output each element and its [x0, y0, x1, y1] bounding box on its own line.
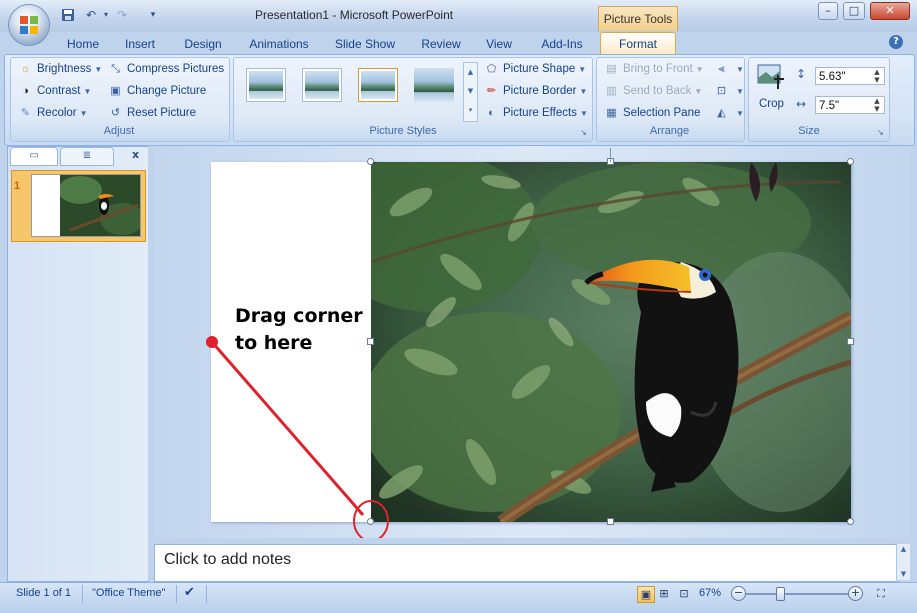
callout-line-2: to here [235, 332, 313, 354]
drag-arrow-line [210, 341, 365, 516]
office-button[interactable] [9, 5, 49, 45]
corner-highlight-circle [353, 500, 389, 542]
callout-text: Drag corner to here [235, 303, 375, 357]
zoom-level[interactable]: 67% [699, 587, 721, 599]
spelling-check-icon[interactable]: ✔ [184, 584, 195, 600]
zoom-slider-thumb[interactable] [776, 587, 785, 601]
status-separator [176, 585, 177, 603]
status-separator [82, 585, 83, 603]
slide-count-status: Slide 1 of 1 [16, 587, 72, 599]
zoom-out-button[interactable]: − [731, 586, 746, 601]
zoom-in-button[interactable]: + [848, 586, 863, 601]
office-logo-icon [20, 16, 38, 34]
zoom-slider-track[interactable] [746, 593, 850, 595]
fit-to-window-button[interactable]: ⛶ [873, 586, 889, 601]
callout-line-1: Drag corner [235, 305, 363, 327]
slide-show-view-button[interactable]: ⊡ [676, 586, 692, 601]
slide-sorter-view-button[interactable]: ⊞ [656, 586, 672, 601]
drag-target-dot [206, 336, 218, 348]
theme-status[interactable]: "Office Theme" [92, 587, 165, 599]
drag-annotation-overlay [206, 336, 389, 542]
notes-scroll-up-icon[interactable]: ▲ [897, 544, 910, 554]
status-separator [206, 585, 207, 603]
normal-view-button[interactable]: ▣ [637, 586, 655, 603]
notes-placeholder[interactable]: Click to add notes [164, 551, 291, 569]
notes-scrollbar[interactable]: ▲ ▼ [896, 544, 910, 580]
